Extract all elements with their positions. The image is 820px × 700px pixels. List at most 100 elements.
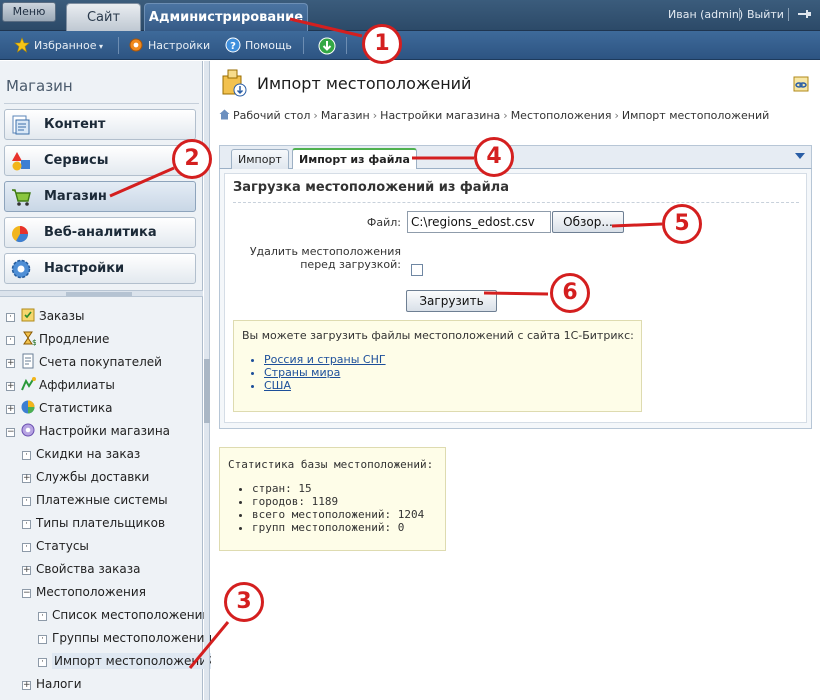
tree-expand-icon[interactable]: +	[22, 474, 31, 483]
link-world[interactable]: Страны мира	[264, 366, 340, 379]
invoice-icon	[20, 353, 36, 369]
tab-admin[interactable]: Администрирование	[144, 3, 308, 31]
tree-collapse-icon[interactable]: −	[6, 428, 15, 437]
cart-icon	[10, 186, 32, 208]
tree-item-orders[interactable]: · Заказы	[6, 306, 85, 326]
browse-button[interactable]: Обзор...	[552, 211, 624, 233]
tree-node-icon[interactable]: ·	[22, 451, 31, 460]
splitter-grip[interactable]	[66, 292, 132, 296]
form-title: Загрузка местоположений из файла	[233, 180, 509, 195]
page-title: Импорт местоположений	[257, 74, 472, 93]
pin-icon[interactable]	[796, 7, 812, 21]
note-text: Вы можете загрузить файлы местоположений…	[242, 329, 634, 342]
list-item: Россия и страны СНГ	[264, 353, 386, 366]
tree-node-icon[interactable]: ·	[22, 497, 31, 506]
tab-import[interactable]: Импорт	[231, 149, 289, 170]
tree-item-delivery[interactable]: + Службы доставки	[22, 467, 149, 487]
tree-expand-icon[interactable]: +	[6, 359, 15, 368]
tab-body: Загрузка местоположений из файла Файл: C…	[219, 169, 812, 429]
breadcrumb-link[interactable]: Магазин	[321, 109, 370, 122]
tree-node-icon[interactable]: ·	[6, 336, 15, 345]
file-input[interactable]: C:\regions_edost.csv	[407, 211, 551, 233]
callout-badge: 6	[550, 273, 590, 313]
divider	[788, 8, 789, 21]
tree-item-affiliates[interactable]: + Аффилиаты	[6, 375, 115, 395]
tree-item-order-props[interactable]: + Свойства заказа	[22, 559, 141, 579]
logout-link[interactable]: Выйти	[747, 8, 784, 21]
hourglass-icon: $	[20, 330, 37, 347]
tree-collapse-icon[interactable]: −	[22, 589, 31, 598]
section-shop[interactable]: Магазин	[4, 181, 196, 212]
tree-node-icon[interactable]: ·	[38, 612, 47, 621]
link-russia-cis[interactable]: Россия и страны СНГ	[264, 353, 386, 366]
list-item: стран: 15	[252, 482, 424, 495]
update-button[interactable]	[318, 37, 338, 55]
list-item: США	[264, 379, 386, 392]
callout-badge: 3	[224, 582, 264, 622]
tree-item-payment[interactable]: · Платежные системы	[22, 490, 168, 510]
list-item: Страны мира	[264, 366, 386, 379]
divider	[118, 37, 119, 54]
section-settings[interactable]: Настройки	[4, 253, 196, 284]
breadcrumb-separator: ›	[503, 109, 508, 122]
stats-box: Статистика базы местоположений: стран: 1…	[219, 447, 446, 551]
collapse-arrow-icon[interactable]	[795, 153, 805, 159]
splitter-grip[interactable]	[204, 359, 210, 423]
tree-item-location-list[interactable]: · Список местоположений	[38, 605, 210, 625]
tree-item-invoices[interactable]: + Счета покупателей	[6, 352, 162, 372]
divider	[303, 37, 304, 54]
breadcrumb-separator: ›	[614, 109, 619, 122]
tree-item-location-import[interactable]: · Импорт местоположений	[38, 651, 217, 671]
callout-badge: 1	[362, 24, 402, 64]
breadcrumb-link[interactable]: Рабочий стол	[233, 109, 310, 122]
tab-site[interactable]: Сайт	[66, 3, 141, 31]
tree-expand-icon[interactable]: +	[6, 382, 15, 391]
section-content[interactable]: Контент	[4, 109, 196, 140]
tree-node-icon[interactable]: ·	[38, 658, 47, 667]
link-icon[interactable]	[793, 76, 809, 92]
top-bar: Меню Сайт Администрирование Иван (admin)…	[0, 0, 820, 31]
settings-menu[interactable]: Настройки	[128, 37, 210, 55]
breadcrumb-separator: ›	[372, 109, 378, 122]
section-services[interactable]: Сервисы	[4, 145, 196, 176]
tree-item-location-groups[interactable]: · Группы местоположений	[38, 628, 212, 648]
tree-item-statistics[interactable]: + Статистика	[6, 398, 113, 418]
gear-icon	[128, 37, 144, 53]
callout-badge: 2	[172, 139, 212, 179]
download-arrow-icon	[318, 37, 336, 55]
file-label: Файл:	[366, 216, 401, 229]
tree-node-icon[interactable]: ·	[22, 520, 31, 529]
tree-expand-icon[interactable]: +	[6, 405, 15, 414]
breadcrumb-link[interactable]: Местоположения	[511, 109, 612, 122]
upload-button[interactable]: Загрузить	[406, 290, 497, 312]
tree-item-shop-settings[interactable]: − Настройки магазина	[6, 421, 170, 441]
tree-node-icon[interactable]: ·	[6, 313, 15, 322]
tab-import-from-file[interactable]: Импорт из файла	[292, 148, 417, 170]
breadcrumb-link[interactable]: Настройки магазина	[380, 109, 500, 122]
menu-button[interactable]: Меню	[2, 2, 56, 22]
svg-text:$: $	[32, 338, 36, 346]
delete-before-checkbox[interactable]	[411, 264, 423, 276]
tree-item-locations[interactable]: − Местоположения	[22, 582, 146, 602]
help-menu[interactable]: ? Помощь	[225, 37, 292, 55]
tree-item-renewal[interactable]: · $ Продление	[6, 329, 109, 349]
tree-expand-icon[interactable]: +	[22, 566, 31, 575]
panel-splitter[interactable]	[0, 290, 203, 297]
tree-item-discounts[interactable]: · Скидки на заказ	[22, 444, 140, 464]
tree-item-payer-types[interactable]: · Типы плательщиков	[22, 513, 165, 533]
svg-text:?: ?	[230, 41, 236, 52]
chevron-down-icon: ▾	[96, 42, 104, 51]
tree-item-taxes[interactable]: + Налоги	[22, 674, 82, 694]
delete-before-label: Удалить местоположения перед загрузкой:	[249, 245, 401, 271]
tree-expand-icon[interactable]: +	[22, 681, 31, 690]
home-icon	[219, 109, 230, 120]
tree-node-icon[interactable]: ·	[22, 543, 31, 552]
link-usa[interactable]: США	[264, 379, 291, 392]
user-name[interactable]: Иван (admin)	[668, 8, 743, 21]
orders-icon	[20, 307, 36, 323]
list-item: групп местоположений: 0	[252, 521, 424, 534]
tree-item-statuses[interactable]: · Статусы	[22, 536, 89, 556]
favorites-menu[interactable]: Избранное ▾	[14, 37, 103, 55]
tree-node-icon[interactable]: ·	[38, 635, 47, 644]
section-analytics[interactable]: Веб-аналитика	[4, 217, 196, 248]
